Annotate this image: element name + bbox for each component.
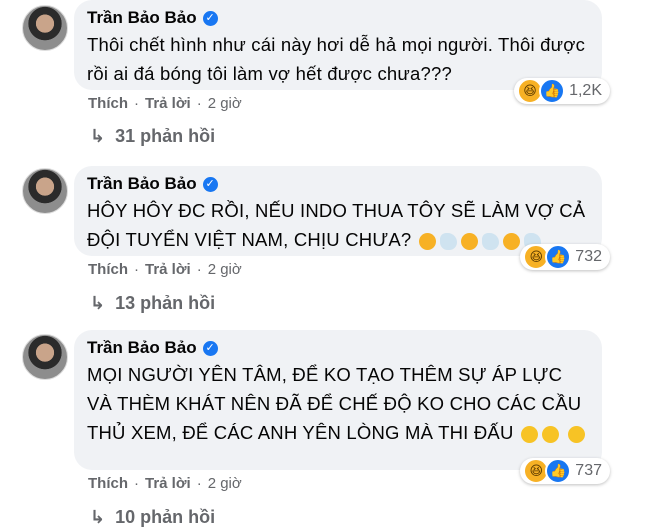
like-link[interactable]: Thích bbox=[88, 475, 128, 492]
comment-bubble: Trần Bảo Bảo ✓ MỌI NGƯỜI YÊN TÂM, ĐỂ KO … bbox=[74, 330, 610, 484]
reaction-summary[interactable]: 😆 👍 1,2K bbox=[514, 78, 610, 104]
reply-link[interactable]: Trả lời bbox=[145, 261, 191, 278]
astonished-face-icon bbox=[502, 232, 520, 250]
timestamp[interactable]: 2 giờ bbox=[208, 475, 242, 492]
view-replies-button[interactable]: ↳ 13 phản hồi bbox=[90, 293, 215, 314]
timestamp[interactable]: 2 giờ bbox=[208, 261, 242, 278]
avatar[interactable] bbox=[22, 168, 68, 214]
reaction-summary[interactable]: 😆 👍 737 bbox=[520, 458, 610, 484]
comment-bubble: Trần Bảo Bảo ✓ HÔY HÔY ĐC RỒI, NẾU INDO … bbox=[74, 166, 610, 270]
replies-count: 10 phản hồi bbox=[115, 507, 216, 527]
replies-count: 13 phản hồi bbox=[115, 293, 216, 313]
author-name[interactable]: Trần Bảo Bảo bbox=[87, 336, 197, 360]
reaction-count: 1,2K bbox=[569, 82, 602, 99]
like-reaction-icon: 👍 bbox=[545, 458, 572, 484]
view-replies-button[interactable]: ↳ 31 phản hồi bbox=[90, 126, 215, 147]
reaction-count: 737 bbox=[575, 462, 602, 479]
reaction-summary[interactable]: 😆 👍 732 bbox=[520, 244, 610, 270]
like-link[interactable]: Thích bbox=[88, 95, 128, 112]
comment-text: Thôi chết hình như cái này hơi dễ hả mọi… bbox=[87, 34, 586, 84]
rolling-laughing-face-icon bbox=[568, 425, 586, 443]
like-reaction-icon: 👍 bbox=[539, 78, 566, 104]
timestamp[interactable]: 2 giờ bbox=[208, 95, 242, 112]
view-replies-button[interactable]: ↳ 10 phản hồi bbox=[90, 507, 215, 528]
verified-badge-icon: ✓ bbox=[202, 10, 218, 26]
like-reaction-icon: 👍 bbox=[545, 244, 572, 270]
rolling-laughing-face-icon bbox=[541, 425, 559, 443]
comment-text: MỌI NGƯỜI YÊN TÂM, ĐỂ KO TẠO THÊM SỰ ÁP … bbox=[87, 360, 590, 447]
reply-arrow-icon: ↳ bbox=[90, 507, 106, 527]
astonished-face-icon bbox=[418, 232, 436, 250]
author-name[interactable]: Trần Bảo Bảo bbox=[87, 6, 197, 30]
comment-text: HÔY HÔY ĐC RỒI, NẾU INDO THUA TÔY SẼ LÀM… bbox=[87, 200, 586, 250]
avatar[interactable] bbox=[22, 334, 68, 380]
comment-bubble: Trần Bảo Bảo ✓ Thôi chết hình như cái nà… bbox=[74, 0, 610, 104]
dash-symbol-icon bbox=[439, 232, 457, 250]
comment-actions: Thích · Trả lời · 2 giờ bbox=[88, 475, 242, 492]
avatar[interactable] bbox=[22, 5, 68, 51]
dash-symbol-icon bbox=[481, 232, 499, 250]
reply-arrow-icon: ↳ bbox=[90, 293, 106, 313]
replies-count: 31 phản hồi bbox=[115, 126, 216, 146]
author-name[interactable]: Trần Bảo Bảo bbox=[87, 172, 197, 196]
reply-arrow-icon: ↳ bbox=[90, 126, 106, 146]
comment-actions: Thích · Trả lời · 2 giờ bbox=[88, 95, 242, 112]
rolling-laughing-face-icon bbox=[520, 425, 538, 443]
like-link[interactable]: Thích bbox=[88, 261, 128, 278]
verified-badge-icon: ✓ bbox=[202, 176, 218, 192]
comment-actions: Thích · Trả lời · 2 giờ bbox=[88, 261, 242, 278]
reaction-count: 732 bbox=[575, 248, 602, 265]
reply-link[interactable]: Trả lời bbox=[145, 475, 191, 492]
reply-link[interactable]: Trả lời bbox=[145, 95, 191, 112]
astonished-face-icon bbox=[460, 232, 478, 250]
verified-badge-icon: ✓ bbox=[202, 340, 218, 356]
